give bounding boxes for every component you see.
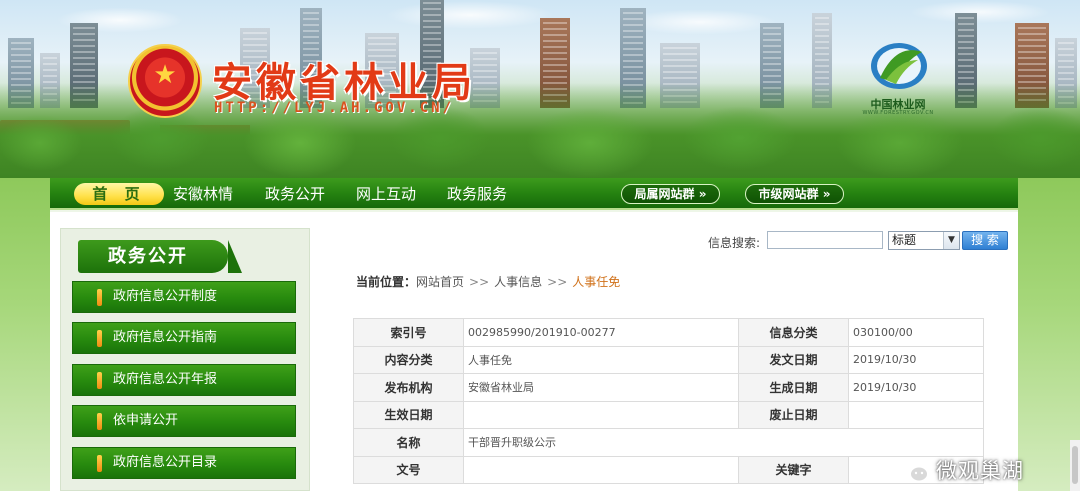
- document-info-table: 索引号 002985990/201910-00277 信息分类 030100/0…: [353, 318, 984, 484]
- search-select-value: 标题: [892, 233, 917, 247]
- nav-item-gov-services[interactable]: 政务服务: [447, 183, 507, 205]
- sidebar-heading: 政务公开: [78, 240, 242, 273]
- bullet-bar-icon: [97, 330, 102, 347]
- sidebar-item-label: 依申请公开: [113, 413, 179, 428]
- sidebar-item-disclosure-catalog[interactable]: 政府信息公开目录: [72, 447, 296, 479]
- breadcrumb-separator: >>: [547, 275, 568, 289]
- cell-label: 生效日期: [353, 400, 464, 429]
- breadcrumb-separator: >>: [469, 275, 490, 289]
- breadcrumb-lead: 当前位置：: [356, 275, 417, 289]
- cell-value: [848, 400, 984, 429]
- search-button[interactable]: 搜 索: [962, 231, 1008, 250]
- bullet-bar-icon: [97, 455, 102, 472]
- sidebar-item-disclosure-guide[interactable]: 政府信息公开指南: [72, 322, 296, 354]
- left-grass-decoration: [0, 178, 50, 491]
- bullet-bar-icon: [97, 413, 102, 430]
- table-row: 索引号 002985990/201910-00277 信息分类 030100/0…: [353, 318, 984, 347]
- breadcrumb-home[interactable]: 网站首页: [416, 275, 464, 289]
- watermark: 微观巢湖: [898, 454, 1024, 486]
- cell-value: 干部晋升职级公示: [463, 428, 984, 457]
- city-sites-button[interactable]: 市级网站群 »: [745, 184, 844, 204]
- breadcrumb-personnel-info[interactable]: 人事信息: [494, 275, 542, 289]
- table-row: 发布机构 安徽省林业局 生成日期 2019/10/30: [353, 373, 984, 402]
- site-banner: 安徽省林业局 HTTP://LYJ.AH.GOV.CN/ 中国林业网 WWW.F…: [0, 0, 1080, 178]
- cell-value: 人事任免: [463, 345, 739, 374]
- breadcrumb: 当前位置：网站首页 >> 人事信息 >> 人事任免: [356, 273, 620, 290]
- cell-label: 文号: [353, 455, 464, 484]
- nav-item-gov-affairs[interactable]: 政务公开: [265, 183, 325, 205]
- cell-label: 名称: [353, 428, 464, 457]
- cell-value: 2019/10/30: [848, 373, 984, 402]
- bureau-sites-button[interactable]: 局属网站群 »: [621, 184, 720, 204]
- cell-label: 发布机构: [353, 373, 464, 402]
- cell-value: [463, 455, 739, 484]
- sidebar-item-label: 政府信息公开制度: [113, 289, 218, 304]
- cell-label: 关键字: [738, 455, 849, 484]
- national-emblem-icon: [128, 44, 202, 118]
- sidebar-item-annual-report[interactable]: 政府信息公开年报: [72, 364, 296, 396]
- cell-value: 2019/10/30: [848, 345, 984, 374]
- cell-value: 002985990/201910-00277: [463, 318, 739, 347]
- chevron-down-icon: ▼: [943, 232, 959, 249]
- cell-label: 废止日期: [738, 400, 849, 429]
- nav-item-online-interaction[interactable]: 网上互动: [356, 183, 416, 205]
- sidebar-item-label: 政府信息公开年报: [113, 372, 218, 387]
- sidebar-item-disclosure-system[interactable]: 政府信息公开制度: [72, 281, 296, 313]
- search-field-select[interactable]: 标题 ▼: [888, 231, 960, 250]
- scrollbar-thumb[interactable]: [1072, 446, 1078, 484]
- search-input[interactable]: [767, 231, 883, 249]
- bullet-bar-icon: [97, 372, 102, 389]
- cell-label: 发文日期: [738, 345, 849, 374]
- wechat-icon: [899, 457, 929, 483]
- cell-value: 安徽省林业局: [463, 373, 739, 402]
- breadcrumb-current[interactable]: 人事任免: [572, 275, 620, 289]
- table-row: 内容分类 人事任免 发文日期 2019/10/30: [353, 345, 984, 374]
- cell-label: 信息分类: [738, 318, 849, 347]
- cell-label: 索引号: [353, 318, 464, 347]
- cell-value: [463, 400, 739, 429]
- nav-home[interactable]: 首 页: [74, 183, 164, 205]
- vertical-scrollbar[interactable]: [1070, 440, 1080, 491]
- cell-value: 030100/00: [848, 318, 984, 347]
- nav-item-anhui-forestry[interactable]: 安徽林情: [173, 183, 233, 205]
- china-forestry-logo-subtext: WWW.FORESTRY.GOV.CN: [862, 110, 934, 116]
- sidebar-item-label: 政府信息公开目录: [113, 455, 218, 470]
- bullet-bar-icon: [97, 289, 102, 306]
- site-url: HTTP://LYJ.AH.GOV.CN/: [214, 100, 455, 116]
- table-row: 文号 关键字: [353, 455, 984, 484]
- cell-label: 内容分类: [353, 345, 464, 374]
- cell-label: 生成日期: [738, 373, 849, 402]
- sidebar-item-label: 政府信息公开指南: [113, 330, 218, 345]
- table-row: 生效日期 废止日期: [353, 400, 984, 429]
- china-forestry-logo-icon[interactable]: [866, 38, 932, 93]
- table-row: 名称 干部晋升职级公示: [353, 428, 984, 457]
- main-nav: 首 页 安徽林情 政务公开 网上互动 政务服务 局属网站群 » 市级网站群 »: [50, 178, 1018, 210]
- search-label: 信息搜索:: [708, 236, 761, 250]
- sidebar-item-on-request[interactable]: 依申请公开: [72, 405, 296, 437]
- watermark-text: 微观巢湖: [936, 459, 1024, 483]
